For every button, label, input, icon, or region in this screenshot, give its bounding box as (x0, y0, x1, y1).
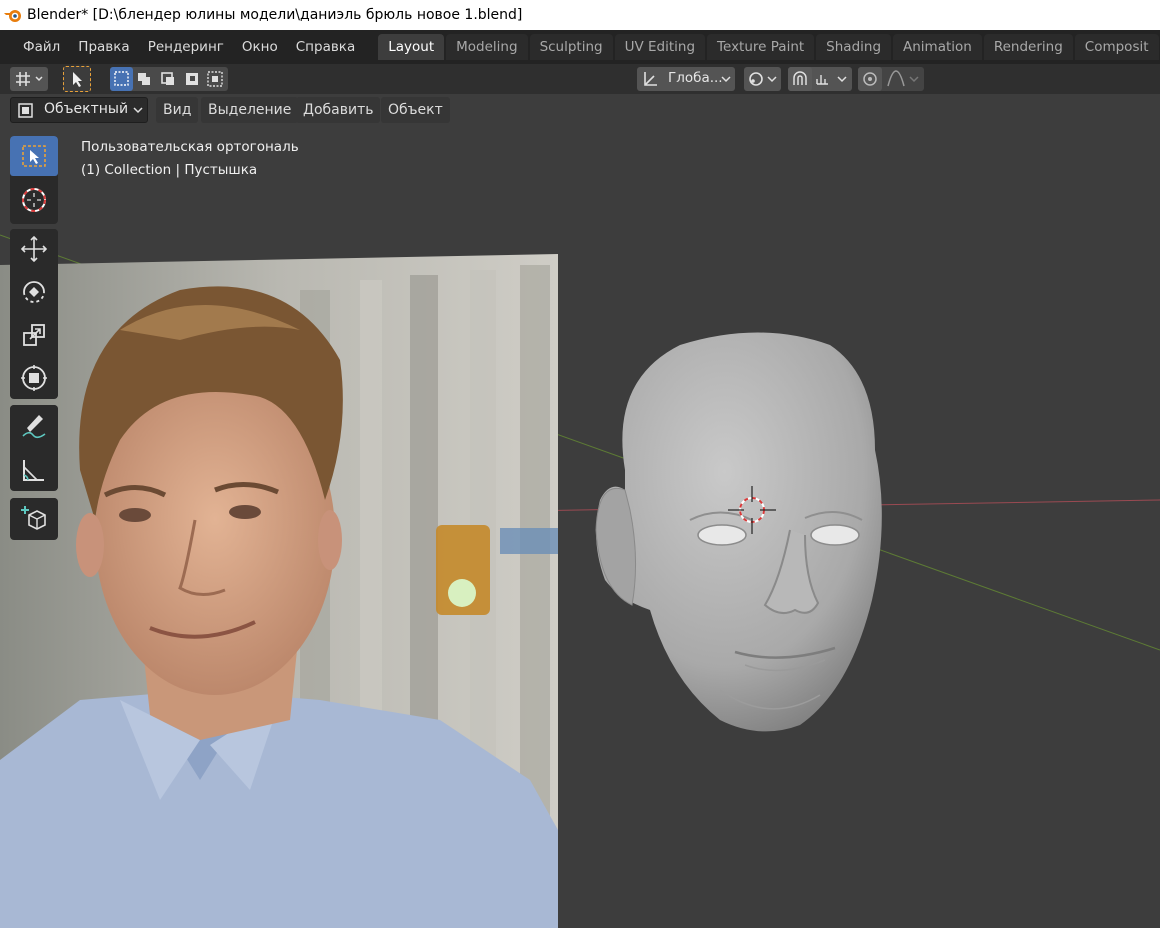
add-cube-icon (21, 506, 46, 530)
tab-shading[interactable]: Shading (816, 34, 892, 60)
snap-icons (788, 67, 847, 91)
object-menu[interactable]: Объект (381, 97, 450, 123)
toolbar-transform-group (10, 229, 58, 399)
workspace-tabs: Layout Modeling Sculpting UV Editing Tex… (378, 34, 1160, 60)
select-box-icon (22, 145, 46, 167)
proportional-edit-icon (858, 67, 919, 91)
mode-label: Объектный (44, 101, 129, 117)
mode-dropdown[interactable]: Объектный (10, 97, 148, 123)
menu-render[interactable]: Рендеринг (139, 35, 233, 59)
transform-orientation-dropdown[interactable]: Глоба... (637, 67, 735, 91)
add-menu[interactable]: Добавить (296, 97, 381, 123)
blender-logo-icon (4, 10, 21, 22)
select-menu[interactable]: Выделение (201, 97, 299, 123)
tool-transform[interactable] (10, 358, 58, 398)
tool-scale[interactable] (10, 315, 58, 355)
measure-icon (23, 460, 44, 481)
toolbar-annotate-group (10, 405, 58, 491)
pivot-point-dropdown[interactable] (744, 67, 781, 91)
pivot-icon (749, 72, 777, 86)
select-tool-button[interactable] (63, 66, 91, 92)
head-mesh-model[interactable] (595, 332, 882, 732)
menu-window[interactable]: Окно (233, 35, 287, 59)
top-bar: Файл Правка Рендеринг Окно Справка Layou… (0, 30, 1160, 64)
tab-modeling[interactable]: Modeling (446, 34, 528, 60)
toolbar-select-group (10, 136, 58, 224)
proportional-editing-group[interactable] (858, 67, 924, 91)
annotate-icon (22, 415, 46, 439)
tool-cursor[interactable] (10, 180, 58, 220)
view-menu[interactable]: Вид (156, 97, 199, 123)
tab-layout[interactable]: Layout (378, 34, 445, 60)
tool-measure[interactable] (10, 450, 58, 490)
cursor-arrow-icon (73, 72, 82, 87)
viewport-canvas[interactable] (0, 126, 1160, 928)
transform-orientation-label: Глоба... (668, 70, 723, 86)
menu-help[interactable]: Справка (287, 35, 364, 59)
rotate-icon (23, 281, 45, 303)
reference-image[interactable] (0, 254, 558, 928)
tab-animation[interactable]: Animation (893, 34, 982, 60)
transform-icon (21, 365, 47, 391)
menu-file[interactable]: Файл (14, 35, 69, 59)
tool-select-box[interactable] (10, 136, 58, 176)
window-titlebar: Blender* [D:\блендер юлины модели\даниэл… (0, 0, 1160, 30)
tab-sculpting[interactable]: Sculpting (529, 34, 613, 60)
selection-mode-group (110, 67, 228, 91)
scale-icon (23, 324, 45, 346)
grid-transform-icon (16, 72, 43, 86)
tool-settings-header: Глоба... (0, 64, 1160, 94)
view-name-label: Пользовательская ортогональ (81, 139, 299, 155)
tool-move[interactable] (10, 229, 58, 269)
object-mode-icon (18, 103, 33, 118)
editor-type-button[interactable] (10, 67, 48, 91)
move-icon (20, 235, 48, 263)
cursor-tool-icon (22, 188, 46, 212)
menu-edit[interactable]: Правка (69, 35, 138, 59)
chevron-down-icon (721, 76, 731, 83)
tab-rendering[interactable]: Rendering (983, 34, 1073, 60)
collection-info-label: (1) Collection | Пустышка (81, 162, 258, 178)
tool-annotate[interactable] (10, 405, 58, 445)
chevron-down-icon (133, 107, 143, 114)
toolbar-add-group (10, 498, 58, 540)
tool-rotate[interactable] (10, 272, 58, 312)
tab-compositing[interactable]: Composit (1074, 34, 1159, 60)
orientation-axes-icon (644, 72, 657, 86)
window-title: Blender* [D:\блендер юлины модели\даниэл… (27, 7, 523, 23)
tool-add-cube[interactable] (10, 498, 58, 538)
tab-texture-paint[interactable]: Texture Paint (707, 34, 815, 60)
snap-group (788, 67, 852, 91)
tab-uv-editing[interactable]: UV Editing (614, 34, 706, 60)
selection-mode-icons (110, 67, 223, 91)
